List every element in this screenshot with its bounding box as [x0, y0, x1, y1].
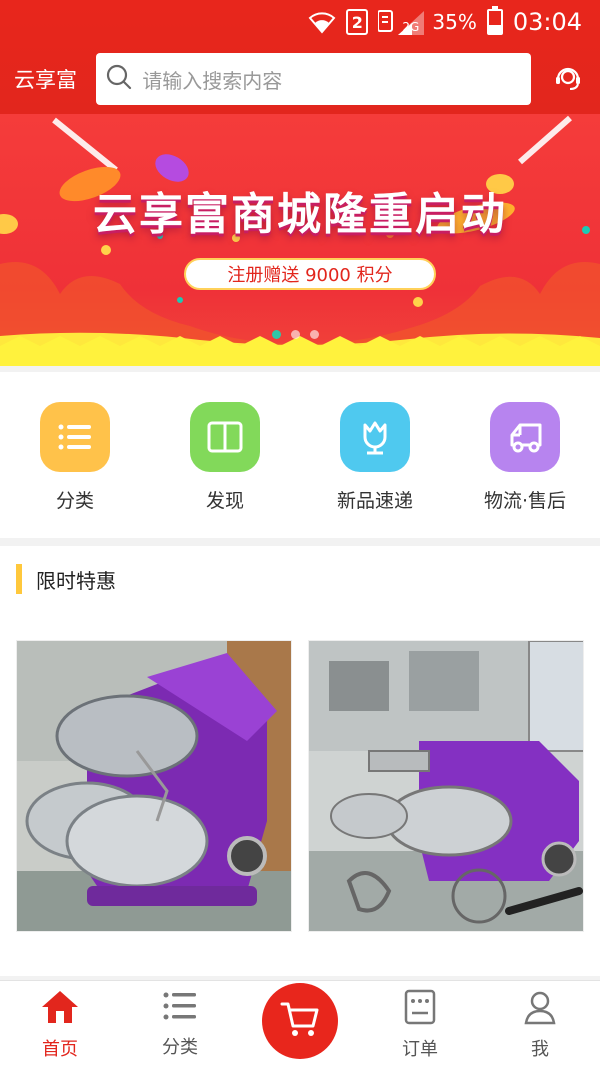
nav-me[interactable]: 我 — [480, 981, 600, 1067]
product-image-mixer-accessories — [309, 641, 583, 931]
home-icon — [40, 989, 80, 1029]
battery-percent: 35% — [432, 10, 477, 34]
search-input[interactable]: 请输入搜索内容 — [96, 53, 531, 105]
clock: 03:04 — [512, 8, 582, 36]
nav-cart[interactable] — [240, 981, 360, 1067]
sim-badge: 2 — [346, 9, 369, 35]
section-accent-bar — [16, 564, 22, 594]
list-icon — [162, 989, 198, 1027]
wifi-icon — [308, 10, 336, 34]
search-icon — [106, 64, 132, 94]
search-placeholder: 请输入搜索内容 — [142, 68, 283, 93]
battery-icon — [486, 6, 503, 35]
category-label: 物流·售后 — [483, 490, 567, 512]
banner-title: 云享富商城隆重启动 — [93, 189, 507, 240]
user-icon — [522, 989, 558, 1029]
nav-label: 首页 — [42, 1039, 78, 1060]
category-label: 分类 — [55, 490, 94, 512]
promo-banner[interactable]: 云享富商城隆重启动 注册赠送 9000 积分 — [0, 114, 600, 366]
product-image-stand-mixer — [17, 641, 291, 931]
nav-label: 分类 — [162, 1037, 198, 1058]
cart-icon — [280, 1000, 320, 1042]
brand-title: 云享富 — [14, 68, 77, 92]
cart-button[interactable] — [262, 983, 338, 1059]
network-type: 2G — [402, 20, 420, 34]
nav-orders[interactable]: 订单 — [360, 981, 480, 1067]
customer-service-icon — [553, 62, 583, 96]
deals-section: 限时特惠 — [0, 546, 600, 976]
nav-categories[interactable]: 分类 — [120, 981, 240, 1067]
banner-subtitle: 注册赠送 9000 积分 — [184, 258, 436, 290]
bottom-nav: 首页 分类 订单 我 — [0, 980, 600, 1067]
category-row: 分类 发现 新品速递 物流·售后 — [0, 372, 600, 538]
header: 云享富 请输入搜索内容 — [0, 44, 600, 114]
category-new-arrivals[interactable]: 新品速递 — [300, 402, 450, 538]
section-title: 限时特惠 — [36, 568, 116, 593]
product-card[interactable] — [308, 640, 584, 932]
category-label: 新品速递 — [336, 490, 413, 512]
carousel-indicator — [272, 330, 319, 339]
carousel-dot — [272, 330, 281, 339]
customer-service-button[interactable] — [547, 57, 590, 101]
flower-icon — [340, 402, 410, 472]
nav-label: 订单 — [402, 1039, 438, 1060]
book-icon — [190, 402, 260, 472]
section-header: 限时特惠 — [16, 564, 116, 594]
carousel-dot — [291, 330, 300, 339]
category-classify[interactable]: 分类 — [0, 402, 150, 538]
nav-label: 我 — [531, 1039, 549, 1060]
top-bar: 2 2G 35% 03:04 云享富 请输入搜索内容 — [0, 0, 600, 114]
status-bar: 2 2G 35% 03:04 — [0, 0, 600, 44]
carousel-dot — [310, 330, 319, 339]
order-icon — [403, 989, 437, 1029]
category-discover[interactable]: 发现 — [150, 402, 300, 538]
category-label: 发现 — [205, 490, 244, 512]
list-icon — [40, 402, 110, 472]
truck-icon — [490, 402, 560, 472]
product-card[interactable] — [16, 640, 292, 932]
category-logistics[interactable]: 物流·售后 — [450, 402, 600, 538]
nav-home[interactable]: 首页 — [0, 981, 120, 1067]
